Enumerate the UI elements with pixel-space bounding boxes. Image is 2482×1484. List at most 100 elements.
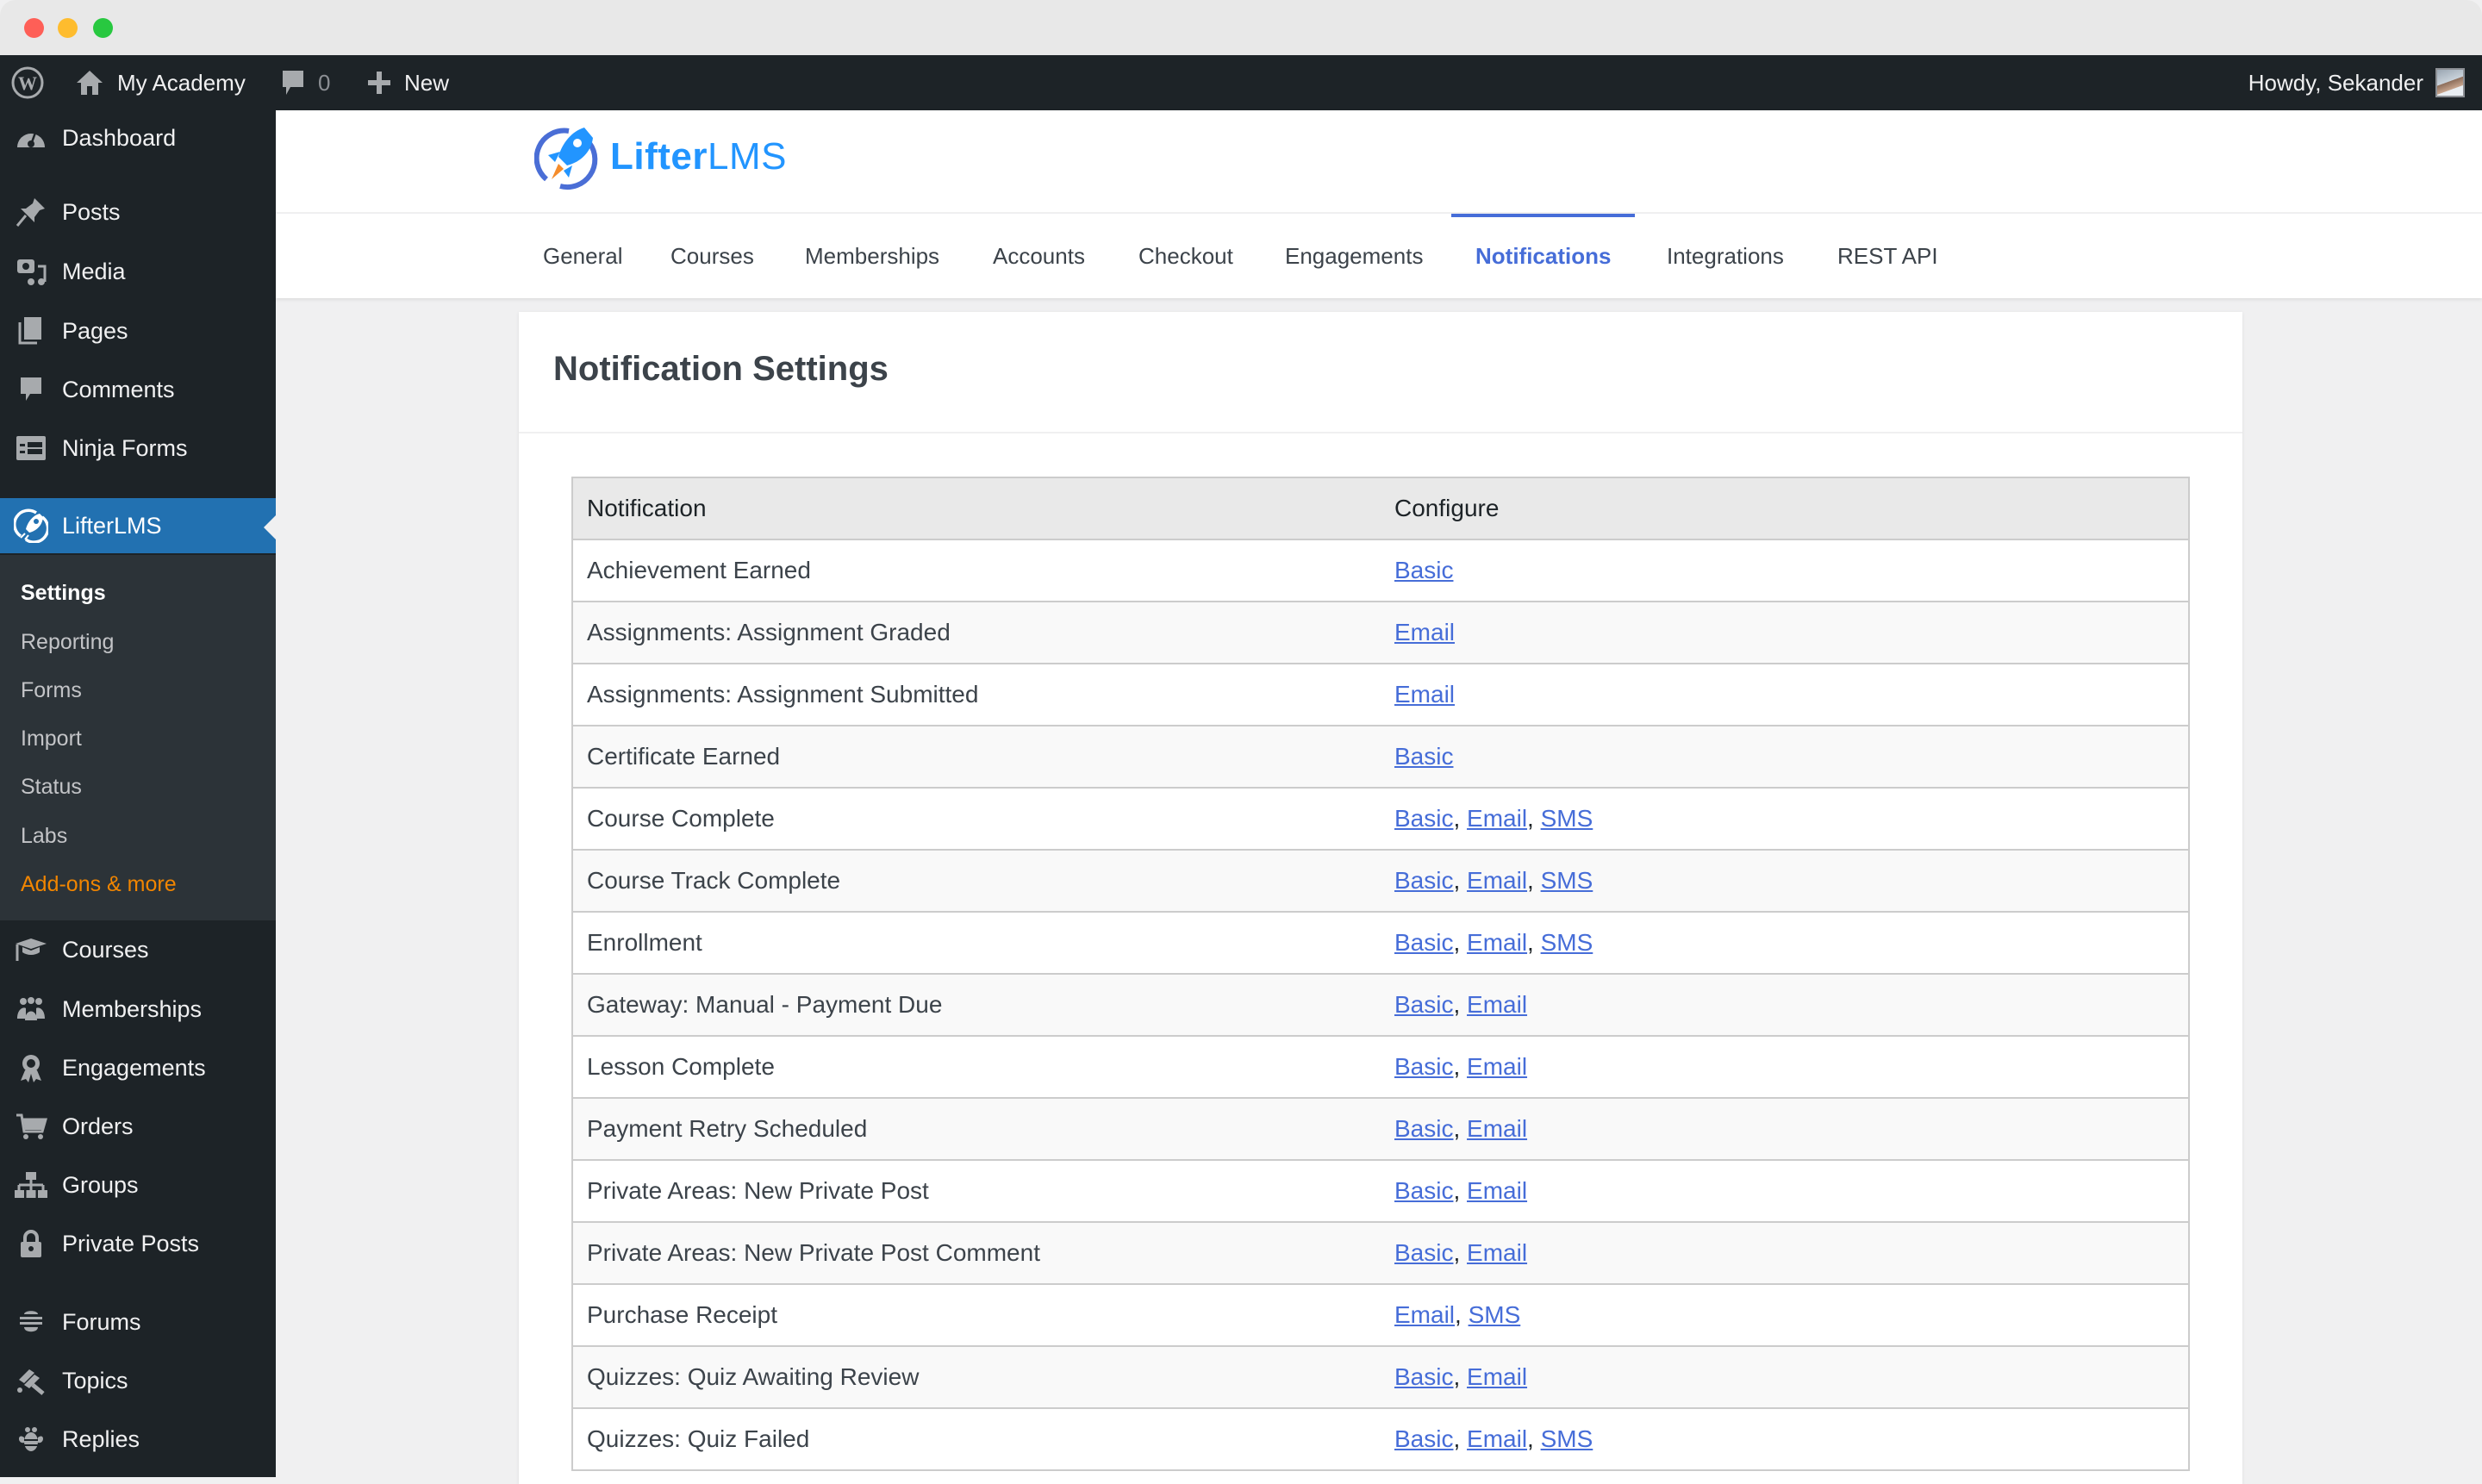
configure-links: Basic, Email	[1381, 1222, 2189, 1285]
tab-general[interactable]: General	[543, 214, 623, 298]
minimize-window-button[interactable]	[58, 18, 78, 38]
sidebar-item-dashboard[interactable]: Dashboard	[0, 110, 276, 165]
wordpress-logo-button[interactable]: W	[10, 55, 45, 110]
zoom-window-button[interactable]	[93, 18, 113, 38]
configure-links: Basic, Email	[1381, 974, 2189, 1037]
close-window-button[interactable]	[24, 18, 44, 38]
page-title: Notification Settings	[553, 350, 889, 388]
configure-email-link[interactable]: Email	[1394, 681, 1455, 708]
link-separator: ,	[1455, 1301, 1469, 1328]
notification-name: Payment Retry Scheduled	[572, 1098, 1381, 1161]
tab-rest-api[interactable]: REST API	[1837, 214, 1938, 298]
tab-accounts[interactable]: Accounts	[993, 214, 1085, 298]
sidebar-item-replies[interactable]: Replies	[0, 1412, 276, 1467]
sidebar-item-orders[interactable]: Orders	[0, 1099, 276, 1154]
sidebar-item-lifterlms[interactable]: LifterLMS	[0, 498, 276, 553]
home-icon	[77, 71, 103, 95]
configure-basic-link[interactable]: Basic	[1394, 1363, 1453, 1390]
configure-email-link[interactable]: Email	[1467, 1239, 1527, 1266]
submenu-forms[interactable]: Forms	[21, 678, 82, 703]
configure-basic-link[interactable]: Basic	[1394, 1239, 1453, 1266]
sidebar-item-groups[interactable]: Groups	[0, 1157, 276, 1213]
configure-email-link[interactable]: Email	[1467, 805, 1527, 832]
configure-email-link[interactable]: Email	[1467, 867, 1527, 894]
configure-basic-link[interactable]: Basic	[1394, 1053, 1453, 1080]
configure-basic-link[interactable]: Basic	[1394, 805, 1453, 832]
sidebar-item-memberships[interactable]: Memberships	[0, 982, 276, 1037]
topics-icon	[14, 1363, 48, 1398]
configure-sms-link[interactable]: SMS	[1541, 867, 1593, 894]
forums-icon	[14, 1305, 48, 1339]
lock-icon	[14, 1226, 48, 1261]
configure-sms-link[interactable]: SMS	[1469, 1301, 1521, 1328]
window-titlebar	[0, 0, 2482, 55]
configure-basic-link[interactable]: Basic	[1394, 1177, 1453, 1204]
configure-email-link[interactable]: Email	[1467, 1053, 1527, 1080]
configure-email-link[interactable]: Email	[1467, 991, 1527, 1018]
notification-name: Course Complete	[572, 788, 1381, 851]
configure-email-link[interactable]: Email	[1394, 619, 1455, 645]
configure-email-link[interactable]: Email	[1467, 1177, 1527, 1204]
sidebar-item-courses[interactable]: Courses	[0, 922, 276, 977]
configure-basic-link[interactable]: Basic	[1394, 1425, 1453, 1452]
configure-basic-link[interactable]: Basic	[1394, 867, 1453, 894]
submenu-settings[interactable]: Settings	[21, 581, 106, 606]
configure-links: Email	[1381, 664, 2189, 726]
tab-notifications[interactable]: Notifications	[1450, 214, 1636, 298]
link-separator: ,	[1453, 929, 1468, 956]
configure-sms-link[interactable]: SMS	[1541, 805, 1593, 832]
configure-email-link[interactable]: Email	[1394, 1301, 1455, 1328]
notification-name: Assignments: Assignment Submitted	[572, 664, 1381, 726]
sidebar-item-private-posts[interactable]: Private Posts	[0, 1216, 276, 1271]
submenu-reporting[interactable]: Reporting	[21, 630, 114, 655]
link-separator: ,	[1527, 1425, 1541, 1452]
comments-link[interactable]: 0	[280, 55, 330, 110]
sidebar-item-ninja-forms[interactable]: Ninja Forms	[0, 421, 276, 476]
sidebar-item-topics[interactable]: Topics	[0, 1353, 276, 1408]
tab-engagements[interactable]: Engagements	[1285, 214, 1423, 298]
site-name-link[interactable]: My Academy	[74, 55, 246, 110]
table-row: Quizzes: Quiz Failed Basic, Email, SMS	[572, 1408, 2189, 1471]
link-separator: ,	[1453, 1363, 1468, 1390]
sidebar-item-forums[interactable]: Forums	[0, 1294, 276, 1350]
sidebar-item-engagements[interactable]: Engagements	[0, 1040, 276, 1095]
settings-tabs: General Courses Memberships Accounts Che…	[276, 214, 2482, 298]
submenu-labs[interactable]: Labs	[21, 824, 67, 849]
new-content-button[interactable]: New	[366, 55, 449, 110]
configure-basic-link[interactable]: Basic	[1394, 743, 1453, 770]
tab-integrations[interactable]: Integrations	[1667, 214, 1784, 298]
pages-icon	[14, 314, 48, 348]
configure-basic-link[interactable]: Basic	[1394, 1115, 1453, 1142]
link-separator: ,	[1453, 1053, 1468, 1080]
link-separator: ,	[1453, 1115, 1468, 1142]
configure-email-link[interactable]: Email	[1467, 929, 1527, 956]
configure-links: Basic, Email, SMS	[1381, 1408, 2189, 1471]
configure-email-link[interactable]: Email	[1467, 1115, 1527, 1142]
configure-sms-link[interactable]: SMS	[1541, 929, 1593, 956]
configure-basic-link[interactable]: Basic	[1394, 557, 1453, 583]
configure-links: Email	[1381, 602, 2189, 664]
configure-email-link[interactable]: Email	[1467, 1425, 1527, 1452]
sidebar-item-media[interactable]: Media	[0, 244, 276, 299]
configure-links: Basic	[1381, 539, 2189, 602]
configure-email-link[interactable]: Email	[1467, 1363, 1527, 1390]
tab-checkout[interactable]: Checkout	[1138, 214, 1233, 298]
user-account-menu[interactable]: Howdy, Sekander	[2248, 55, 2465, 110]
notification-name: Lesson Complete	[572, 1036, 1381, 1099]
submenu-import[interactable]: Import	[21, 726, 82, 751]
table-row: Course Complete Basic, Email, SMS	[572, 788, 2189, 851]
link-separator: ,	[1453, 991, 1468, 1018]
tab-memberships[interactable]: Memberships	[805, 214, 939, 298]
configure-basic-link[interactable]: Basic	[1394, 991, 1453, 1018]
configure-sms-link[interactable]: SMS	[1541, 1425, 1593, 1452]
sidebar-item-comments[interactable]: Comments	[0, 362, 276, 417]
table-row: Quizzes: Quiz Awaiting Review Basic, Emai…	[572, 1346, 2189, 1409]
submenu-status[interactable]: Status	[21, 775, 82, 800]
configure-basic-link[interactable]: Basic	[1394, 929, 1453, 956]
link-separator: ,	[1453, 1177, 1468, 1204]
sidebar-item-posts[interactable]: Posts	[0, 184, 276, 240]
tab-courses[interactable]: Courses	[670, 214, 754, 298]
sidebar-item-pages[interactable]: Pages	[0, 303, 276, 359]
submenu-add-ons[interactable]: Add-ons & more	[21, 872, 177, 897]
table-row: Purchase Receipt Email, SMS	[572, 1284, 2189, 1347]
